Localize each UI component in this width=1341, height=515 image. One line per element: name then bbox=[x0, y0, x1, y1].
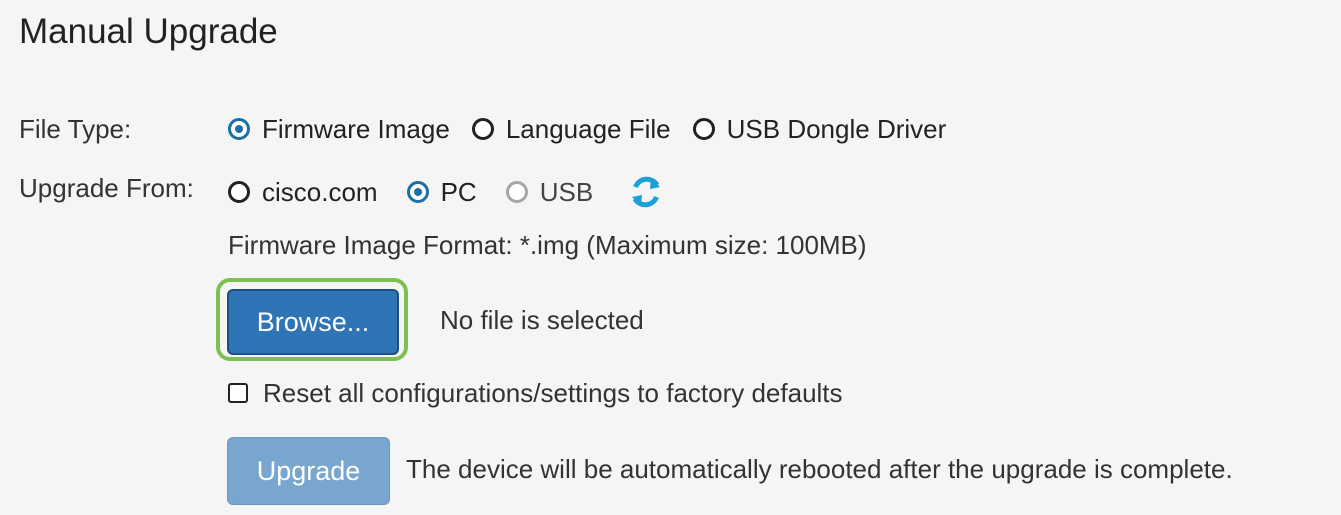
radio-circle-icon bbox=[471, 118, 494, 140]
radio-circle-icon bbox=[228, 181, 250, 203]
upgrade-note: The device will be automatically reboote… bbox=[406, 454, 1233, 484]
radio-label: USB bbox=[539, 177, 594, 207]
radio-usb-dongle-driver[interactable]: USB Dongle Driver bbox=[692, 114, 947, 144]
radio-usb[interactable]: USB bbox=[505, 177, 594, 207]
radio-cisco-com[interactable]: cisco.com bbox=[228, 177, 378, 207]
browse-button[interactable]: Browse... bbox=[227, 289, 399, 355]
radio-label: Firmware Image bbox=[262, 114, 450, 144]
upgrade-button[interactable]: Upgrade bbox=[227, 437, 390, 505]
upgrade-from-label: Upgrade From: bbox=[19, 173, 194, 203]
reset-checkbox-label: Reset all configurations/settings to fac… bbox=[263, 378, 843, 408]
radio-label: USB Dongle Driver bbox=[726, 114, 947, 144]
radio-label: Language File bbox=[505, 114, 671, 144]
firmware-format-text: Firmware Image Format: *.img (Maximum si… bbox=[228, 230, 867, 260]
file-type-radio-group: Firmware Image Language File USB Dongle … bbox=[228, 114, 946, 144]
radio-label: PC bbox=[440, 177, 477, 207]
radio-pc[interactable]: PC bbox=[406, 177, 477, 207]
radio-firmware-image[interactable]: Firmware Image bbox=[228, 114, 450, 144]
file-status-text: No file is selected bbox=[440, 305, 644, 335]
refresh-icon[interactable] bbox=[627, 173, 665, 211]
reset-checkbox[interactable] bbox=[228, 383, 248, 403]
reset-checkbox-row[interactable]: Reset all configurations/settings to fac… bbox=[228, 378, 843, 408]
radio-label: cisco.com bbox=[262, 177, 378, 207]
upgrade-from-radio-group: cisco.com PC USB bbox=[228, 173, 665, 211]
radio-circle-icon bbox=[692, 118, 715, 140]
radio-circle-icon bbox=[406, 181, 429, 203]
radio-language-file[interactable]: Language File bbox=[471, 114, 671, 144]
file-type-label: File Type: bbox=[19, 114, 132, 144]
radio-circle-icon bbox=[505, 181, 528, 203]
page-title: Manual Upgrade bbox=[19, 12, 278, 51]
radio-circle-icon bbox=[228, 118, 250, 140]
